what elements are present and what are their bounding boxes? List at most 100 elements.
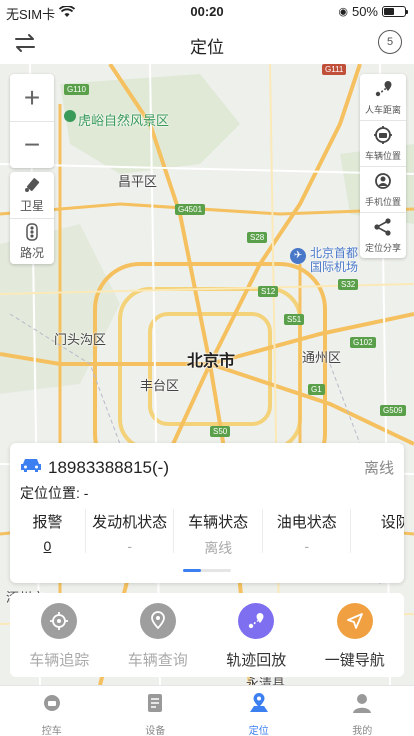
- page-indicator: [183, 569, 231, 572]
- phone-location-icon: [373, 171, 393, 193]
- stat-value[interactable]: 0: [10, 538, 85, 554]
- tool-vehicle-location-button[interactable]: 车辆位置: [360, 120, 406, 166]
- track-playback-button[interactable]: 轨迹回放: [207, 593, 306, 677]
- location-text: 定位位置: -: [20, 485, 89, 501]
- action-label: 轨迹回放: [226, 652, 287, 669]
- map-label-airport: 北京首都 国际机场: [310, 246, 359, 274]
- share-icon: [373, 217, 393, 239]
- map-label-changping: 昌平区: [118, 174, 158, 189]
- battery-icon: [382, 6, 408, 17]
- road-badge: G102: [350, 337, 376, 348]
- road-badge: G4501: [175, 204, 206, 215]
- map-label-tongzhou: 通州区: [302, 350, 342, 365]
- refresh-countdown-value: 5: [386, 36, 394, 48]
- traffic-toggle[interactable]: 路况: [10, 218, 54, 264]
- tool-label: 车辆位置: [364, 151, 401, 161]
- scenic-icon: [64, 110, 76, 122]
- road-badge: S32: [338, 279, 359, 290]
- target-icon: [41, 603, 78, 639]
- tab-label: 控车: [41, 726, 62, 736]
- stat-value: -: [127, 538, 132, 554]
- vehicle-location-icon: [373, 125, 393, 147]
- stat-label: 发动机状态: [92, 514, 168, 531]
- action-label: 车辆查询: [127, 652, 188, 669]
- tool-label: 手机位置: [364, 197, 401, 207]
- zoom-in-button[interactable]: +: [10, 74, 54, 121]
- tab-label: 设备: [145, 726, 166, 736]
- stat-value: -: [304, 538, 310, 554]
- road-badge: S51: [284, 314, 305, 325]
- stat-label: 车辆状态: [188, 514, 249, 531]
- tab-location[interactable]: 定位: [207, 686, 311, 736]
- refresh-countdown-icon: 5: [378, 30, 402, 54]
- map-tools: 人车距离 车辆位置 手机位置 定位分享: [360, 74, 406, 258]
- stat-power: 油电状态 -: [263, 509, 352, 554]
- action-bar: 车辆追踪 车辆查询 轨迹回放 一键导航: [10, 593, 404, 677]
- vehicle-stats[interactable]: 报警 0 发动机状态 - 车辆状态 离线 油电状态 - 设防: [10, 509, 404, 556]
- location-person-icon: [248, 692, 270, 719]
- stat-vehicle-state: 车辆状态 离线: [174, 509, 263, 556]
- road-badge: S12: [258, 286, 279, 297]
- airport-icon: ✈: [290, 248, 306, 264]
- tab-bar: 控车 设备 定位 我的: [0, 685, 414, 736]
- page-title: 定位: [190, 38, 224, 57]
- tab-control[interactable]: 控车: [0, 686, 104, 736]
- status-bar: 无SIM卡 00:20 ◉ 50%: [0, 0, 414, 22]
- road-badge: G110: [64, 84, 89, 95]
- stat-value: 离线: [204, 540, 233, 556]
- tab-device[interactable]: 设备: [104, 686, 208, 736]
- map-label-fengtai: 丰台区: [140, 378, 180, 393]
- battery-percent: 50%: [351, 4, 378, 19]
- tool-phone-location-button[interactable]: 手机位置: [360, 166, 406, 212]
- refresh-countdown-button[interactable]: 5: [378, 30, 404, 56]
- tool-label: 定位分享: [364, 243, 401, 253]
- orientation-lock-icon: ◉: [338, 6, 348, 18]
- device-list-icon: [144, 692, 166, 719]
- action-label: 车辆追踪: [29, 652, 90, 669]
- road-badge: G509: [380, 405, 406, 416]
- map-label-huyu: 虎峪自然风景区: [78, 113, 170, 128]
- map-label-beijing: 北京市: [187, 353, 236, 370]
- action-label: 一键导航: [324, 652, 385, 669]
- vehicle-plate: 18983388815(-): [48, 457, 169, 477]
- tool-share-button[interactable]: 定位分享: [360, 212, 406, 258]
- map-view[interactable]: 虎峪自然风景区 昌平区 门头沟区 北京市 丰台区 通州区 北京首都 国际机场 涿…: [0, 64, 414, 685]
- zoom-controls: + −: [10, 74, 54, 168]
- location-pin-icon: [139, 603, 176, 639]
- zoom-out-button[interactable]: −: [10, 121, 54, 168]
- road-badge: G111: [322, 64, 347, 75]
- stat-armed: 设防: [351, 509, 404, 553]
- vehicle-info-card[interactable]: 18983388815(-) 离线 定位位置: - 报警 0 发动机状态 - 车…: [10, 443, 404, 583]
- tool-distance-button[interactable]: 人车距离: [360, 74, 406, 120]
- satellite-label: 卫星: [19, 199, 44, 213]
- stat-label: 报警: [32, 514, 63, 531]
- vehicle-tracking-button[interactable]: 车辆追踪: [10, 593, 109, 677]
- vehicle-status: 离线: [363, 460, 394, 477]
- tool-label: 人车距离: [364, 104, 401, 115]
- road-badge: S50: [210, 426, 231, 437]
- stat-engine: 发动机状态 -: [86, 509, 175, 554]
- stat-alarm[interactable]: 报警 0: [10, 509, 86, 554]
- map-roads: [0, 64, 414, 685]
- tab-label: 我的: [352, 726, 373, 736]
- route-distance-icon: [373, 79, 393, 101]
- vehicle-query-button[interactable]: 车辆查询: [109, 593, 208, 677]
- track-playback-icon: [238, 603, 275, 639]
- traffic-label: 路况: [19, 245, 44, 260]
- user-icon: [351, 692, 373, 719]
- car-control-icon: [41, 692, 63, 719]
- navigation-arrow-icon: [336, 603, 373, 639]
- layer-controls: 卫星 路况: [10, 172, 54, 264]
- stat-label: 设防: [380, 514, 404, 531]
- tab-profile[interactable]: 我的: [311, 686, 414, 736]
- road-badge: S28: [247, 232, 268, 243]
- road-badge: G1: [308, 384, 325, 395]
- traffic-light-icon: [26, 222, 38, 244]
- nav-bar: 定位 5: [0, 22, 414, 64]
- navigate-button[interactable]: 一键导航: [306, 593, 405, 677]
- map-label-mentougou: 门头沟区: [54, 332, 107, 347]
- satellite-icon: [23, 176, 41, 197]
- stat-label: 油电状态: [276, 514, 337, 531]
- satellite-toggle[interactable]: 卫星: [10, 172, 54, 218]
- tab-label: 定位: [248, 726, 269, 736]
